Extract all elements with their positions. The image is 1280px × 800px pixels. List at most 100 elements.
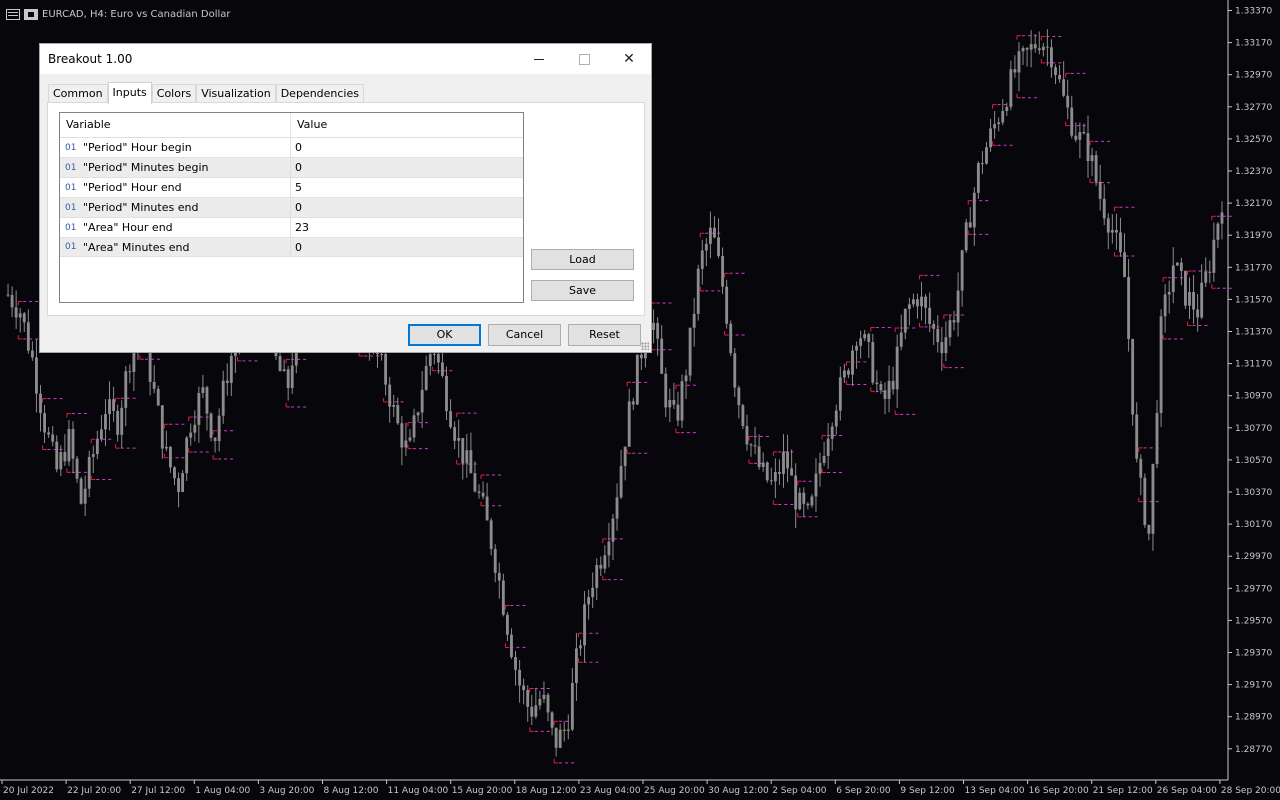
candle	[400, 415, 404, 466]
row-value[interactable]: 23	[291, 218, 523, 237]
candle-body	[668, 399, 672, 408]
candle	[22, 311, 26, 332]
table-row[interactable]: 01 "Period" Hour begin 0	[60, 137, 523, 157]
candle	[782, 434, 785, 488]
candle-body	[1147, 524, 1151, 534]
save-button[interactable]: Save	[531, 280, 634, 301]
candle	[741, 403, 745, 430]
candle	[169, 445, 172, 473]
row-value[interactable]: 0	[291, 198, 523, 217]
column-header-value[interactable]: Value	[291, 113, 327, 137]
maximize-button[interactable]	[561, 44, 607, 74]
candle	[63, 434, 67, 466]
table-row[interactable]: 01 "Area" Minutes end 0	[60, 237, 523, 257]
candle-body	[1151, 464, 1155, 534]
candle-body	[566, 729, 570, 731]
candle-body	[1037, 48, 1041, 51]
candle-body	[627, 401, 631, 447]
candle	[1066, 79, 1070, 120]
candle-body	[530, 706, 534, 717]
candle	[749, 442, 753, 457]
candle-body	[518, 669, 522, 686]
candle-body	[1159, 316, 1163, 414]
candle-body	[790, 468, 794, 476]
y-tick-label: 1.32170	[1235, 199, 1272, 209]
candle-body	[221, 380, 225, 416]
y-tick-label: 1.33370	[1235, 7, 1272, 17]
table-row[interactable]: 01 "Period" Minutes begin 0	[60, 157, 523, 177]
candle-body	[782, 451, 785, 474]
table-row[interactable]: 01 "Area" Hour end 23	[60, 217, 523, 237]
candle	[18, 307, 22, 333]
candle	[696, 264, 700, 321]
candle	[1017, 42, 1021, 92]
row-variable: "Period" Hour begin	[83, 141, 192, 154]
row-value[interactable]: 0	[291, 238, 523, 256]
candle-body	[696, 268, 700, 314]
y-tick-label: 1.33170	[1235, 39, 1272, 49]
candle	[830, 422, 834, 451]
candle	[802, 487, 806, 517]
candle	[530, 694, 534, 725]
window-icon[interactable]	[24, 8, 38, 20]
y-tick-label: 1.29970	[1235, 552, 1272, 562]
candle-body	[1175, 262, 1179, 266]
x-tick-label: 20 Jul 2022	[3, 786, 54, 796]
candle-body	[729, 323, 733, 354]
candle-body	[692, 313, 696, 328]
candle-body	[1139, 458, 1143, 478]
candle-body	[18, 313, 22, 318]
candle	[1058, 64, 1061, 83]
candle	[1212, 222, 1216, 282]
minimize-button[interactable]	[516, 44, 562, 74]
row-value[interactable]: 0	[291, 158, 523, 177]
candle	[773, 458, 777, 499]
row-value[interactable]: 5	[291, 178, 523, 197]
table-row[interactable]: 01 "Period" Hour end 5	[60, 177, 523, 197]
inputs-table: Variable Value 01 "Period" Hour begin 0 0…	[59, 112, 524, 303]
tab-visualization[interactable]: Visualization	[196, 84, 276, 103]
ok-button[interactable]: OK	[408, 324, 481, 346]
dialog-title-bar[interactable]: Breakout 1.00 ✕	[40, 44, 651, 74]
x-tick-label: 18 Aug 12:00	[516, 786, 577, 796]
tab-colors[interactable]: Colors	[151, 84, 197, 103]
candle	[688, 327, 692, 382]
candle	[627, 388, 631, 447]
table-row[interactable]: 01 "Period" Minutes end 0	[60, 197, 523, 217]
candle-body	[583, 604, 586, 646]
tab-dependencies[interactable]: Dependencies	[275, 84, 364, 103]
candle-body	[217, 415, 221, 442]
reset-button[interactable]: Reset	[568, 324, 641, 346]
integer-type-icon: 01	[65, 182, 77, 193]
row-value[interactable]: 0	[291, 138, 523, 157]
candle-body	[842, 370, 846, 378]
candle-body	[1127, 276, 1131, 339]
candle	[1119, 217, 1122, 257]
load-button[interactable]: Load	[531, 249, 634, 270]
candle-body	[1171, 265, 1175, 292]
candle	[453, 421, 457, 450]
y-tick-label: 1.31370	[1235, 328, 1272, 338]
candle	[221, 370, 225, 424]
candle	[1216, 222, 1220, 248]
tab-common[interactable]: Common	[48, 84, 108, 103]
candle-body	[26, 322, 30, 351]
x-tick-label: 21 Sep 12:00	[1093, 786, 1153, 796]
candle	[514, 651, 517, 686]
candle-body	[1009, 69, 1013, 107]
candle	[497, 562, 501, 599]
resize-grip-icon[interactable]	[641, 342, 649, 350]
candle-body	[907, 304, 911, 309]
candle	[948, 315, 952, 346]
candle	[806, 501, 810, 510]
candle	[205, 385, 209, 431]
column-header-variable[interactable]: Variable	[60, 113, 291, 137]
chart-menu-icon[interactable]	[6, 8, 20, 20]
candle	[481, 481, 485, 500]
tab-inputs[interactable]: Inputs	[107, 82, 152, 104]
candle	[457, 419, 461, 458]
close-button[interactable]: ✕	[606, 44, 652, 74]
candle-body	[1029, 44, 1033, 50]
candle-body	[473, 473, 477, 492]
cancel-button[interactable]: Cancel	[488, 324, 561, 346]
